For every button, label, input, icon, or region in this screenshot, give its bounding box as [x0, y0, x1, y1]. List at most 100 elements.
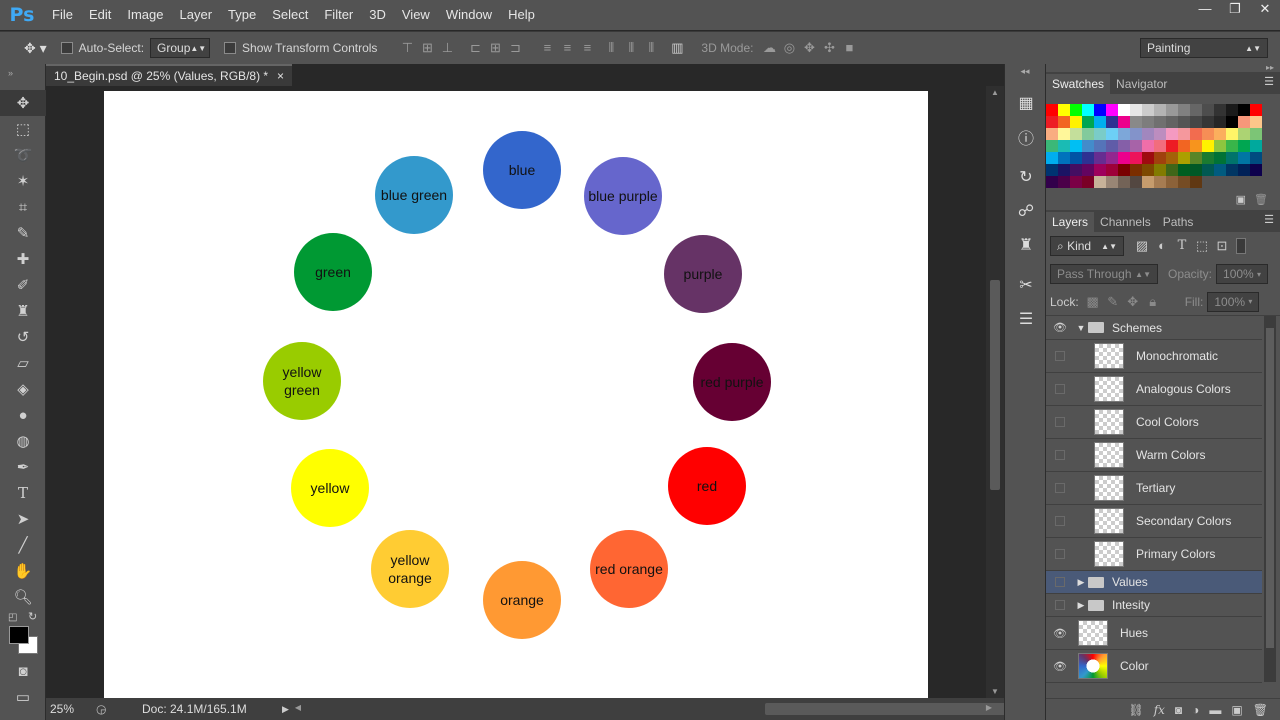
- swatch[interactable]: [1166, 164, 1178, 176]
- swatch[interactable]: [1142, 176, 1154, 188]
- align-top-icon[interactable]: ⊤: [397, 39, 417, 57]
- swatch[interactable]: [1238, 164, 1250, 176]
- scroll-right-icon[interactable]: ▶: [986, 703, 992, 712]
- swatch[interactable]: [1190, 176, 1202, 188]
- lasso-tool-icon[interactable]: ➰: [0, 142, 46, 168]
- properties-panel-icon[interactable]: ☰: [1005, 302, 1047, 336]
- swatch[interactable]: [1250, 128, 1262, 140]
- swatch[interactable]: [1058, 104, 1070, 116]
- lock-image-icon[interactable]: ✎: [1103, 293, 1123, 311]
- swatch[interactable]: [1214, 164, 1226, 176]
- expand-toggle-icon[interactable]: ▼: [1074, 323, 1088, 333]
- swatch[interactable]: [1142, 104, 1154, 116]
- paint-bucket-tool-icon[interactable]: ◈: [0, 376, 46, 402]
- swatch[interactable]: [1226, 128, 1238, 140]
- zoom-tool-icon[interactable]: 🔍︎: [0, 584, 46, 610]
- scroll-up-icon[interactable]: ▲: [986, 88, 1004, 97]
- swatch[interactable]: [1106, 128, 1118, 140]
- swatch[interactable]: [1178, 176, 1190, 188]
- swatch[interactable]: [1070, 152, 1082, 164]
- swap-colors-icon[interactable]: ↻: [28, 610, 37, 623]
- roll-3d-icon[interactable]: ◎: [779, 39, 799, 57]
- swatch[interactable]: [1106, 176, 1118, 188]
- screen-mode-icon[interactable]: ▭: [0, 684, 46, 710]
- swatch[interactable]: [1046, 116, 1058, 128]
- swatch[interactable]: [1082, 176, 1094, 188]
- close-document-icon[interactable]: ×: [277, 69, 284, 83]
- menu-3d[interactable]: 3D: [361, 0, 394, 30]
- swatch[interactable]: [1178, 140, 1190, 152]
- history-panel-icon[interactable]: ↻: [1005, 160, 1047, 194]
- filter-type-icon[interactable]: T: [1172, 237, 1192, 255]
- swatch[interactable]: [1070, 140, 1082, 152]
- align-left-icon[interactable]: ⊏: [465, 39, 485, 57]
- new-group-icon[interactable]: ▬: [1209, 703, 1221, 717]
- swatch[interactable]: [1226, 104, 1238, 116]
- menu-help[interactable]: Help: [500, 0, 543, 30]
- layers-scrollbar[interactable]: [1264, 316, 1276, 682]
- align-vcenter-icon[interactable]: ⊞: [417, 39, 437, 57]
- lock-transparent-icon[interactable]: ▩: [1083, 293, 1103, 311]
- foreground-color[interactable]: [9, 626, 29, 644]
- swatch[interactable]: [1046, 128, 1058, 140]
- blend-mode-dropdown[interactable]: Pass Through ▲▼: [1050, 264, 1158, 284]
- layer-row[interactable]: 👁︎ Color: [1046, 650, 1262, 683]
- layer-row[interactable]: Tertiary: [1046, 472, 1262, 505]
- expand-toggle-icon[interactable]: ▶: [1074, 577, 1088, 588]
- swatch[interactable]: [1178, 104, 1190, 116]
- layers-menu-icon[interactable]: ☰: [1264, 213, 1274, 226]
- swatch[interactable]: [1094, 176, 1106, 188]
- workspace-dropdown[interactable]: Painting ▲▼: [1140, 38, 1268, 58]
- swatch[interactable]: [1094, 128, 1106, 140]
- horizontal-scroll-thumb[interactable]: [764, 703, 1009, 715]
- menu-view[interactable]: View: [394, 0, 438, 30]
- lock-all-icon[interactable]: 🔒︎: [1143, 293, 1163, 311]
- swatch[interactable]: [1118, 152, 1130, 164]
- line-tool-icon[interactable]: ╱: [0, 532, 46, 558]
- distribute-right-icon[interactable]: ⦀: [641, 39, 661, 57]
- swatch[interactable]: [1106, 152, 1118, 164]
- visibility-toggle[interactable]: [1046, 406, 1074, 439]
- swatch[interactable]: [1142, 152, 1154, 164]
- layer-row[interactable]: Primary Colors: [1046, 538, 1262, 571]
- layer-row[interactable]: Monochromatic: [1046, 340, 1262, 373]
- marquee-tool-icon[interactable]: ⬚: [0, 116, 46, 142]
- lock-position-icon[interactable]: ✥: [1123, 293, 1143, 311]
- minimize-button[interactable]: —: [1190, 0, 1220, 18]
- swatch[interactable]: [1046, 152, 1058, 164]
- swatch[interactable]: [1214, 140, 1226, 152]
- swatch[interactable]: [1106, 116, 1118, 128]
- swatch[interactable]: [1118, 164, 1130, 176]
- swatch[interactable]: [1214, 116, 1226, 128]
- scale-3d-icon[interactable]: ■: [839, 39, 859, 57]
- menu-layer[interactable]: Layer: [172, 0, 221, 30]
- swatch[interactable]: [1118, 104, 1130, 116]
- swatch[interactable]: [1130, 152, 1142, 164]
- swatches-menu-icon[interactable]: ☰: [1264, 75, 1274, 88]
- swatch[interactable]: [1154, 164, 1166, 176]
- swatch[interactable]: [1118, 140, 1130, 152]
- swatch[interactable]: [1214, 104, 1226, 116]
- swatch[interactable]: [1070, 164, 1082, 176]
- swatch[interactable]: [1202, 152, 1214, 164]
- swatch[interactable]: [1082, 152, 1094, 164]
- tab-navigator[interactable]: Navigator: [1110, 74, 1173, 94]
- swatch[interactable]: [1082, 116, 1094, 128]
- swatch[interactable]: [1226, 164, 1238, 176]
- swatch[interactable]: [1226, 152, 1238, 164]
- swatch[interactable]: [1058, 140, 1070, 152]
- layer-group-row[interactable]: ▶ Intesity: [1046, 594, 1262, 617]
- swatch[interactable]: [1070, 104, 1082, 116]
- swatch[interactable]: [1250, 164, 1262, 176]
- orbit-3d-icon[interactable]: ☁: [759, 39, 779, 57]
- swatch[interactable]: [1202, 104, 1214, 116]
- swatch[interactable]: [1046, 104, 1058, 116]
- history-brush-tool-icon[interactable]: ↺: [0, 324, 46, 350]
- swatch[interactable]: [1094, 140, 1106, 152]
- menu-edit[interactable]: Edit: [81, 0, 119, 30]
- swatch[interactable]: [1190, 164, 1202, 176]
- swatch[interactable]: [1046, 140, 1058, 152]
- status-menu-arrow-icon[interactable]: ▶: [282, 704, 289, 715]
- visibility-eye-icon[interactable]: 👁︎: [1046, 316, 1074, 340]
- swatch[interactable]: [1046, 164, 1058, 176]
